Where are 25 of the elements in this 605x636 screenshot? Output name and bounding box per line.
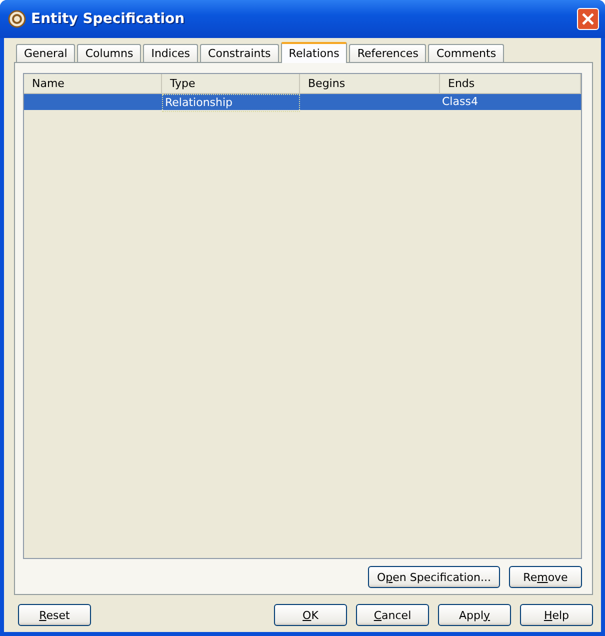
dialog-button[interactable]: Apply <box>438 604 511 626</box>
tab[interactable]: General <box>16 44 76 62</box>
column-header[interactable]: Type <box>162 74 300 93</box>
panel-button[interactable]: Remove <box>509 566 582 588</box>
tab[interactable]: Relations <box>280 42 348 63</box>
tab[interactable]: References <box>349 44 426 62</box>
tab[interactable]: Columns <box>77 44 142 62</box>
app-icon <box>8 10 26 28</box>
dialog-button[interactable]: Reset <box>18 604 91 626</box>
column-header[interactable]: Name <box>24 74 162 93</box>
dialog-button[interactable]: Cancel <box>356 604 429 626</box>
panel-button[interactable]: Open Specification... <box>368 566 500 588</box>
table-row[interactable]: Relationship Class4 <box>24 94 581 110</box>
window-title: Entity Specification <box>31 11 186 27</box>
table-cell: Relationship <box>165 96 233 109</box>
tab[interactable]: Constraints <box>200 44 279 62</box>
column-header[interactable]: Ends <box>440 74 581 93</box>
dialog-button[interactable]: OK <box>274 604 347 626</box>
tab[interactable]: Comments <box>428 44 504 62</box>
column-header[interactable]: Begins <box>300 74 440 93</box>
close-button[interactable] <box>577 8 599 30</box>
table-cell: Class4 <box>442 95 478 108</box>
tab[interactable]: Indices <box>143 44 198 62</box>
dialog-button[interactable]: Help <box>520 604 593 626</box>
close-icon <box>582 13 594 25</box>
